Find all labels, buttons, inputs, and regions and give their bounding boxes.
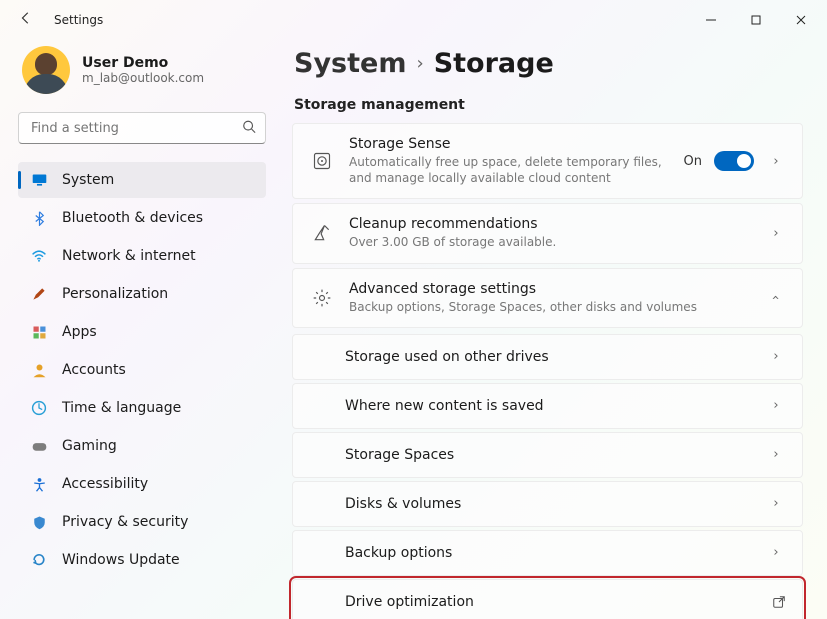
sidebar-item-apps[interactable]: Apps [18,314,266,350]
sidebar-item-label: Personalization [62,286,168,302]
brush-icon [30,285,48,303]
minimize-button[interactable] [688,5,733,35]
avatar [22,46,70,94]
main-content: System › Storage Storage management Stor… [280,40,827,619]
subitem-storage-other-drives[interactable]: Storage used on other drives › [292,334,803,380]
sidebar-item-windows-update[interactable]: Windows Update [18,542,266,578]
sidebar-item-label: Bluetooth & devices [62,210,203,226]
subitem-label: Disks & volumes [345,496,766,512]
maximize-button[interactable] [733,5,778,35]
toggle-state-label: On [684,154,702,169]
back-button[interactable] [18,11,34,29]
sidebar-item-bluetooth[interactable]: Bluetooth & devices [18,200,266,236]
subitem-label: Drive optimization [345,594,772,610]
advanced-sublist: Storage used on other drives › Where new… [292,334,803,619]
chevron-right-icon: › [766,154,786,169]
card-cleanup[interactable]: Cleanup recommendations Over 3.00 GB of … [292,203,803,263]
shield-icon [30,513,48,531]
subitem-backup-options[interactable]: Backup options › [292,530,803,576]
accessibility-icon [30,475,48,493]
monitor-icon [30,171,48,189]
subitem-drive-optimization[interactable]: Drive optimization [292,579,803,619]
disk-icon [311,151,333,171]
chevron-right-icon: › [766,447,786,462]
window-title: Settings [54,13,103,27]
breadcrumb-parent[interactable]: System [294,48,406,79]
chevron-up-icon: › [769,288,784,308]
sidebar-item-time-language[interactable]: Time & language [18,390,266,426]
person-icon [30,361,48,379]
subitem-disks-volumes[interactable]: Disks & volumes › [292,481,803,527]
user-profile[interactable]: User Demo m_lab@outlook.com [18,46,266,94]
sidebar-item-network[interactable]: Network & internet [18,238,266,274]
subitem-where-new-content[interactable]: Where new content is saved › [292,383,803,429]
gear-icon [311,288,333,308]
sidebar-item-label: Apps [62,324,97,340]
subitem-storage-spaces[interactable]: Storage Spaces › [292,432,803,478]
sidebar-item-privacy[interactable]: Privacy & security [18,504,266,540]
chevron-right-icon: › [766,545,786,560]
card-subtitle: Backup options, Storage Spaces, other di… [349,299,729,315]
chevron-right-icon: › [766,226,786,241]
user-name: User Demo [82,55,204,71]
card-advanced-storage[interactable]: Advanced storage settings Backup options… [292,268,803,328]
chevron-right-icon: › [766,398,786,413]
wifi-icon [30,247,48,265]
chevron-right-icon: › [766,496,786,511]
search-input-wrapper [18,112,266,144]
sidebar-item-label: System [62,172,114,188]
breadcrumb: System › Storage [292,48,803,79]
sidebar-item-label: Privacy & security [62,514,188,530]
section-header: Storage management [292,97,803,113]
gamepad-icon [30,437,48,455]
titlebar: Settings [0,0,827,40]
subitem-label: Storage used on other drives [345,349,766,365]
card-storage-sense[interactable]: Storage Sense Automatically free up spac… [292,123,803,199]
bluetooth-icon [30,209,48,227]
card-title: Storage Sense [349,136,668,152]
card-title: Advanced storage settings [349,281,750,297]
update-icon [30,551,48,569]
chevron-right-icon: › [766,349,786,364]
sidebar-item-accessibility[interactable]: Accessibility [18,466,266,502]
broom-icon [311,223,333,243]
sidebar-item-accounts[interactable]: Accounts [18,352,266,388]
sidebar-item-personalization[interactable]: Personalization [18,276,266,312]
storage-sense-toggle[interactable] [714,151,754,171]
external-link-icon [772,595,786,609]
chevron-right-icon: › [416,53,423,74]
sidebar-item-label: Accessibility [62,476,148,492]
card-subtitle: Over 3.00 GB of storage available. [349,234,729,250]
sidebar-item-system[interactable]: System [18,162,266,198]
sidebar: User Demo m_lab@outlook.com System Bluet… [0,40,280,619]
card-subtitle: Automatically free up space, delete temp… [349,154,668,186]
sidebar-item-label: Accounts [62,362,126,378]
card-title: Cleanup recommendations [349,216,750,232]
sidebar-item-label: Time & language [62,400,181,416]
search-icon [242,119,256,138]
subitem-label: Storage Spaces [345,447,766,463]
user-email: m_lab@outlook.com [82,71,204,85]
search-input[interactable] [18,112,266,144]
globe-clock-icon [30,399,48,417]
sidebar-item-label: Network & internet [62,248,196,264]
subitem-label: Where new content is saved [345,398,766,414]
close-button[interactable] [778,5,823,35]
apps-icon [30,323,48,341]
page-title: Storage [434,48,554,79]
sidebar-item-label: Windows Update [62,552,180,568]
sidebar-item-label: Gaming [62,438,117,454]
subitem-label: Backup options [345,545,766,561]
nav-list: System Bluetooth & devices Network & int… [18,162,266,578]
sidebar-item-gaming[interactable]: Gaming [18,428,266,464]
